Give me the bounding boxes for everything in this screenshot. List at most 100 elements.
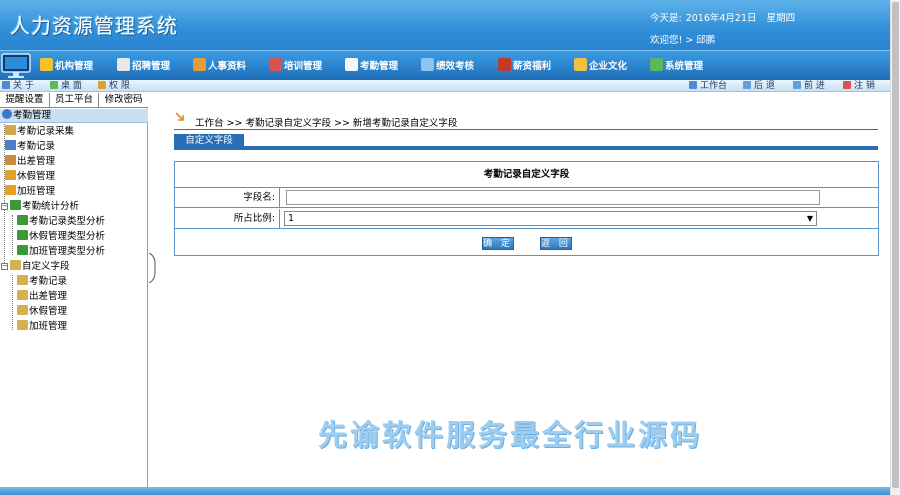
weekday: 星期四 [766,13,796,24]
performance-icon [421,58,434,71]
app-title: 人力资源管理系统 [10,14,178,38]
tree-guide [12,215,13,255]
tree-item-custom-leave[interactable]: 休假管理 [17,305,67,319]
field-name-input[interactable] [286,190,820,205]
tab-employee-platform[interactable]: 员工平台 [49,93,100,107]
field-name-label: 字段名: [175,188,280,207]
nav-org[interactable]: 机构管理 [40,58,93,72]
breadcrumb: 工作台 >> 考勤记录自定义字段 >> 新增考勤记录自定义字段 [195,118,458,129]
org-icon [40,58,53,71]
tab-custom-field[interactable]: 自定义字段 [174,134,244,148]
sidebar-splitter[interactable] [148,93,156,490]
nav-culture[interactable]: 企业文化 [574,58,627,72]
desktop-icon [50,81,58,89]
ratio-select[interactable]: 1 ▼ [284,211,817,226]
tree-guide [12,275,13,330]
splitter-handle-icon [148,253,156,283]
tree-item-business-trip[interactable]: 出差管理 [5,155,55,169]
field-icon [17,290,28,300]
key-icon [98,81,106,89]
dropdown-arrow-icon: ▼ [806,214,813,223]
tree-item-stats[interactable]: 考勤统计分析 [10,200,79,214]
forward-link[interactable]: 前 进 [793,80,825,92]
nav-performance[interactable]: 绩效考核 [421,58,474,72]
workbench-link[interactable]: 工作台 [689,80,727,92]
tree-item-custom-records[interactable]: 考勤记录 [17,275,67,289]
culture-icon [574,58,587,71]
tree-item-leave[interactable]: 休假管理 [5,170,55,184]
arrow-down-right-icon [175,112,184,121]
tree-item-record-collect[interactable]: 考勤记录采集 [5,125,74,139]
personnel-icon [193,58,206,71]
main-nav: 机构管理 招聘管理 人事资料 培训管理 考勤管理 绩效考核 薪资福利 企业文化 … [0,50,890,80]
info-icon [2,81,10,89]
footer-bar [0,487,890,495]
folder-icon [5,185,16,195]
form-title: 考勤记录自定义字段 [175,162,878,188]
monitor-icon [1,53,31,78]
back-link[interactable]: 后 退 [743,80,775,92]
record-icon [5,140,16,150]
tab-change-password[interactable]: 修改密码 [99,93,149,107]
tree-item-custom-overtime[interactable]: 加班管理 [17,320,67,334]
home-icon [689,81,697,89]
toolbar: 关 于 桌 面 权 限 工作台 后 退 前 进 注 销 [0,80,890,92]
ratio-label: 所占比例: [175,209,280,228]
tree-item-overtime-type-analysis[interactable]: 加班管理类型分析 [17,245,105,259]
people-icon [5,170,16,180]
tree-item-records[interactable]: 考勤记录 [5,140,55,154]
tree-item-record-type-analysis[interactable]: 考勤记录类型分析 [17,215,105,229]
back-button[interactable]: 返 回 [540,237,572,250]
system-icon [650,58,663,71]
tree-item-custom-trip[interactable]: 出差管理 [17,290,67,304]
recruit-icon [117,58,130,71]
ratio-selected-value: 1 [288,213,295,224]
nav-attendance[interactable]: 考勤管理 [345,58,398,72]
divider [174,129,878,130]
field-icon [17,305,28,315]
nav-system[interactable]: 系统管理 [650,58,703,72]
today-date: 2016年4月21日 [685,13,757,24]
about-link[interactable]: 关 于 [2,80,34,92]
chart-icon [17,215,28,225]
logout-link[interactable]: 注 销 [843,80,875,92]
form-actions: 确 定 返 回 [175,231,878,255]
tree-item-custom-fields[interactable]: 自定义字段 [10,260,70,274]
salary-icon [498,58,511,71]
field-icon [17,320,28,330]
tab-reminder-settings[interactable]: 提醒设置 [0,93,50,107]
arrow-left-icon [743,81,751,89]
sidebar: 提醒设置 员工平台 修改密码 考勤管理 考勤记录采集 考勤记录 出差管理 休假管… [0,93,149,490]
field-icon [10,260,21,270]
watermark-text: 先谕软件服务最全行业源码 [318,418,703,452]
house-icon [5,155,16,165]
sidebar-section-title[interactable]: 考勤管理 [0,109,148,123]
nav-personnel[interactable]: 人事资料 [193,58,246,72]
nav-training[interactable]: 培训管理 [269,58,322,72]
desktop-link[interactable]: 桌 面 [50,80,82,92]
tree-item-leave-type-analysis[interactable]: 休假管理类型分析 [17,230,105,244]
chart-icon [10,200,21,210]
tree-item-overtime[interactable]: 加班管理 [5,185,55,199]
collect-icon [5,125,16,135]
form-row-field-name: 字段名: [175,188,878,208]
chart-icon [17,230,28,240]
nav-recruit[interactable]: 招聘管理 [117,58,170,72]
nav-salary[interactable]: 薪资福利 [498,58,551,72]
confirm-button[interactable]: 确 定 [482,237,514,250]
collapse-icon[interactable]: − [1,263,8,270]
app-header: 人力资源管理系统 今天是: 2016年4月21日 星期四 欢迎您! > 邱鹏 [0,0,890,50]
logout-icon [843,81,851,89]
permission-link[interactable]: 权 限 [98,80,130,92]
vertical-scrollbar[interactable] [890,0,900,495]
form-row-ratio: 所占比例: 1 ▼ [175,209,878,229]
scrollbar-thumb[interactable] [892,2,899,488]
collapse-icon[interactable]: − [1,203,8,210]
arrow-right-icon [793,81,801,89]
field-icon [17,275,28,285]
attendance-icon [345,58,358,71]
chart-icon [17,245,28,255]
date-display: 今天是: 2016年4月21日 星期四 [650,10,799,24]
tab-strip: 自定义字段 [174,134,878,150]
training-icon [269,58,282,71]
